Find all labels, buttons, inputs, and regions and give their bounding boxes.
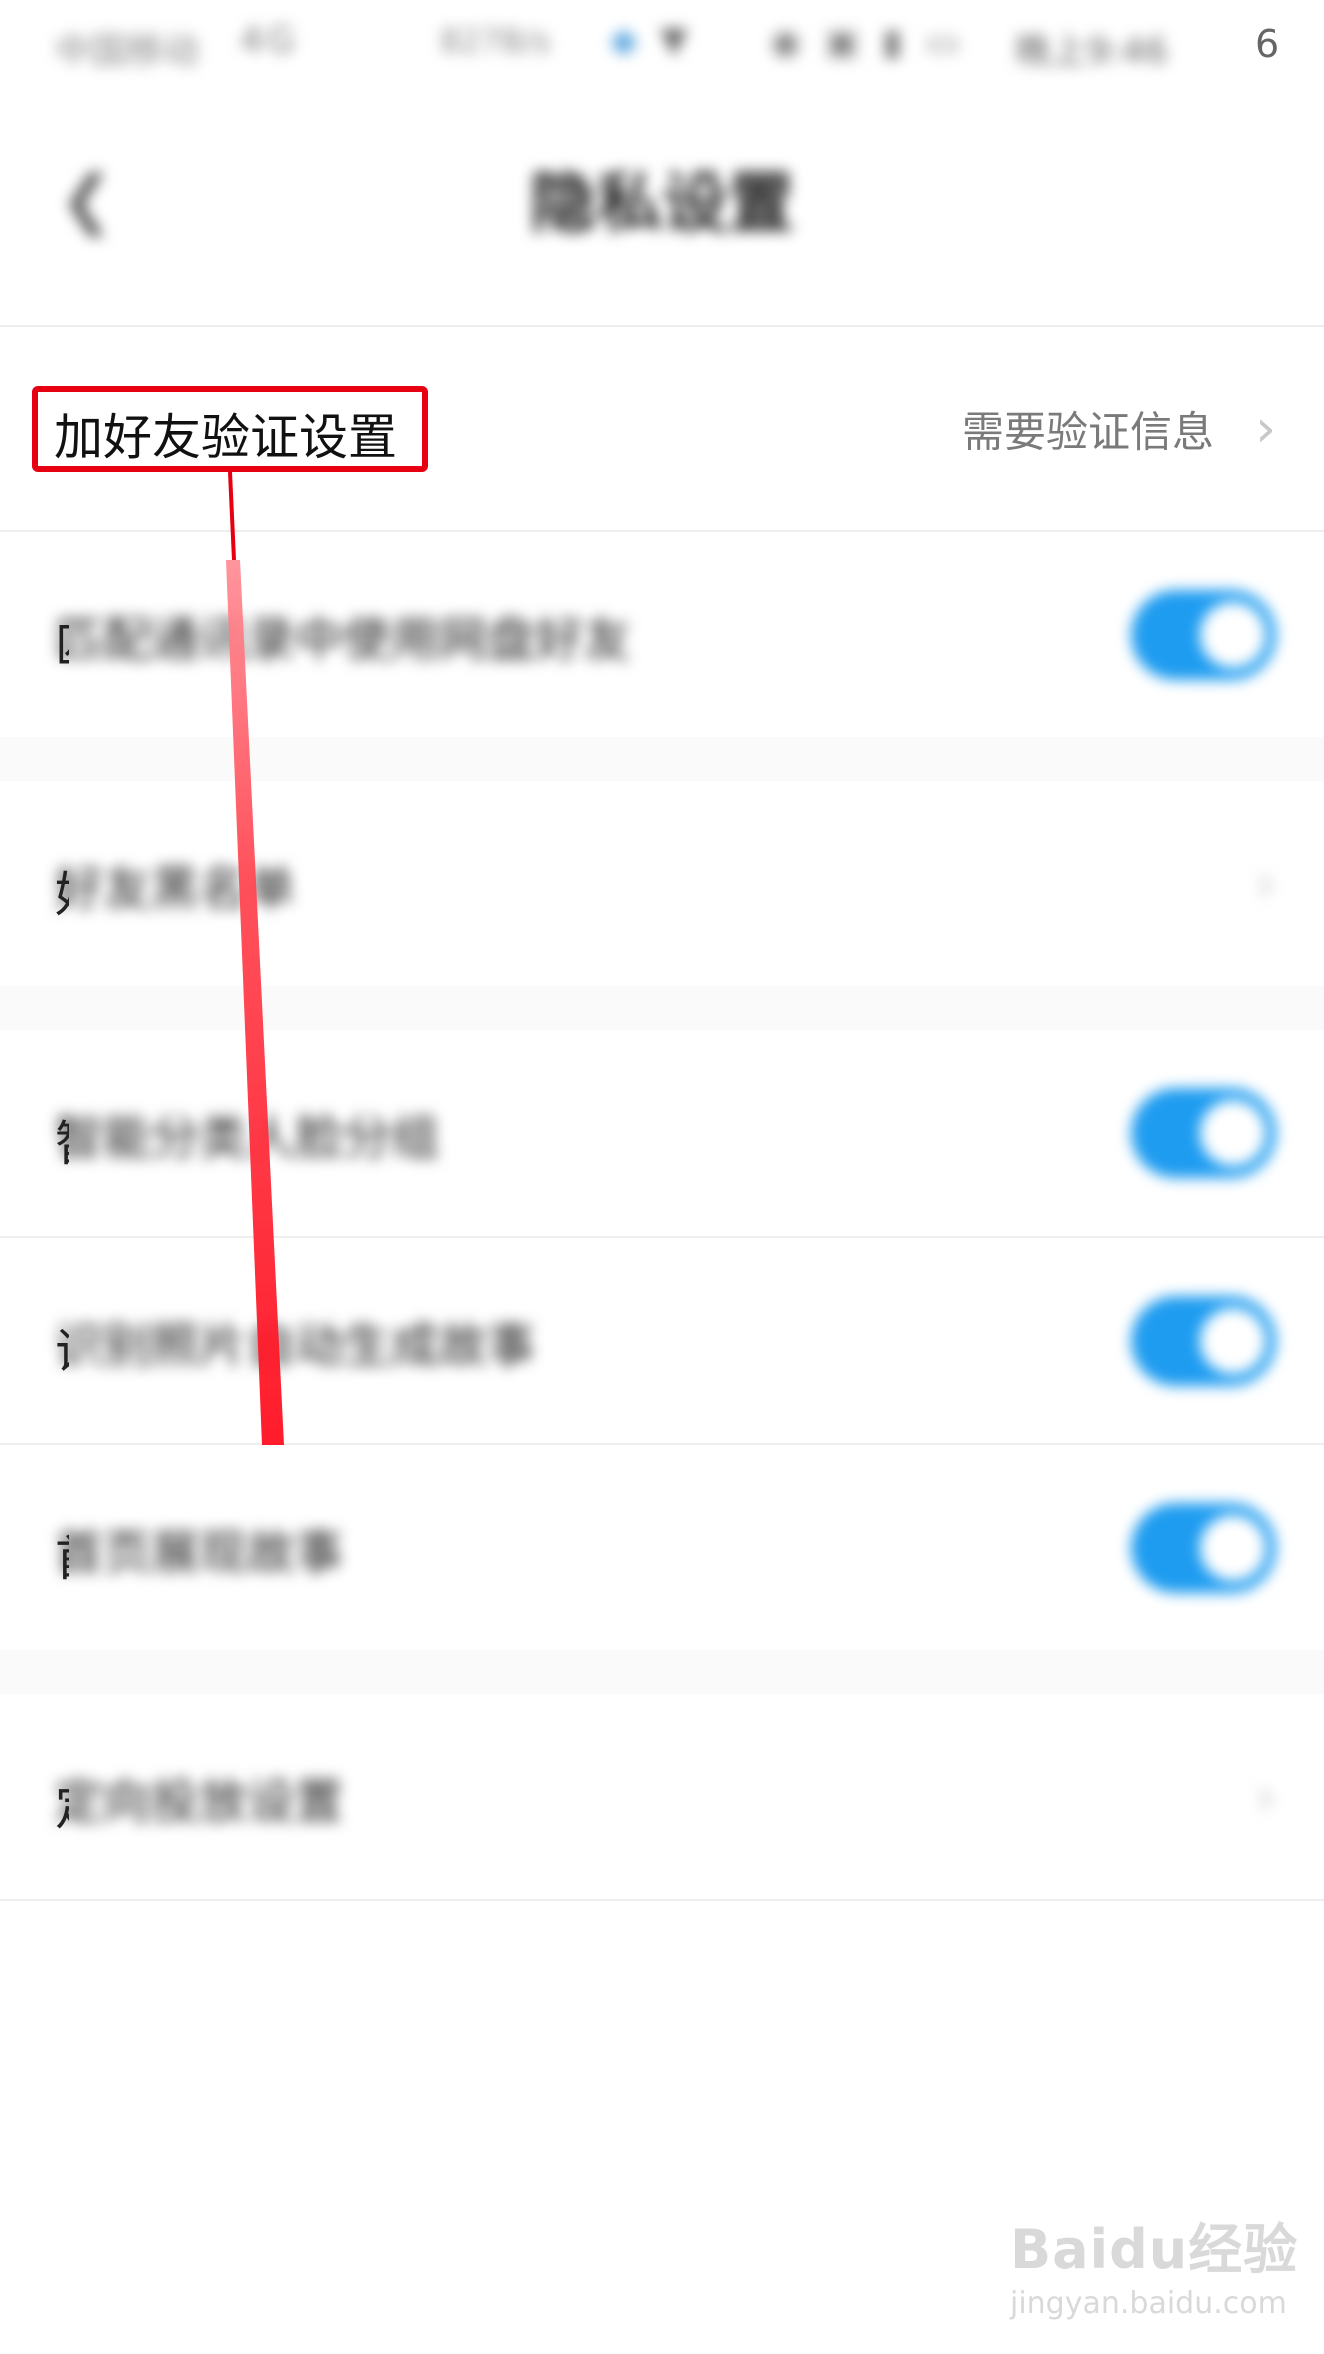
annotation-line-top	[228, 471, 236, 561]
annotation-arrow	[226, 471, 284, 1445]
baidu-watermark: Baidu经验 jingyan.baidu.com	[1010, 2205, 1298, 2321]
watermark-brand: Baidu经验	[1010, 2218, 1299, 2281]
watermark-url: jingyan.baidu.com	[1010, 2286, 1287, 2321]
annotation-line-body	[226, 560, 284, 1445]
